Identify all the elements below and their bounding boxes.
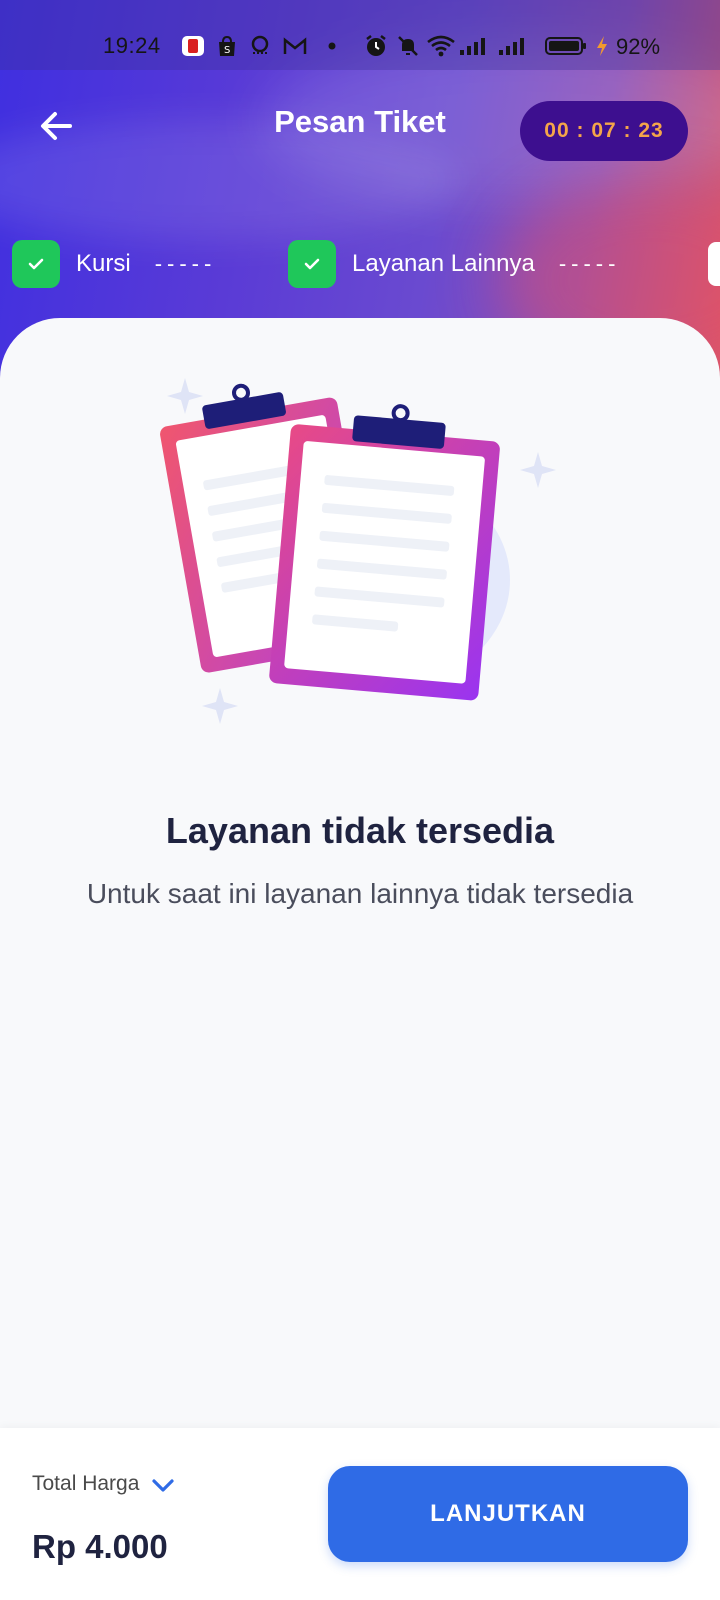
- step-kursi: Kursi -----: [12, 240, 216, 288]
- empty-state-description: Untuk saat ini layanan lainnya tidak ter…: [86, 878, 634, 909]
- notification-app-icon: [181, 36, 205, 56]
- step-layanan-lainnya: Layanan Lainnya -----: [288, 240, 620, 288]
- svg-text:S: S: [224, 45, 230, 56]
- dot-icon: [327, 36, 337, 56]
- total-price-value: Rp 4.000: [32, 1528, 168, 1565]
- chevron-down-icon[interactable]: [151, 1476, 175, 1492]
- alarm-icon: [364, 35, 388, 56]
- battery-icon: [545, 36, 587, 56]
- shopping-bag-icon: S: [216, 35, 238, 56]
- wifi-icon: [426, 35, 456, 57]
- step-label: Kursi: [76, 250, 131, 277]
- status-bar: 19:24 S 92%: [0, 0, 720, 70]
- next-step-indicator: [708, 242, 720, 286]
- step-label: Layanan Lainnya: [352, 250, 535, 277]
- step-divider: -----: [558, 251, 621, 276]
- gmail-icon: [283, 36, 307, 56]
- status-time: 19:24: [103, 33, 161, 58]
- check-icon: [12, 240, 60, 288]
- signal-icon: [497, 36, 527, 56]
- charging-icon: [595, 36, 609, 56]
- step-divider: -----: [154, 251, 217, 276]
- battery-percent: 92%: [616, 34, 661, 59]
- total-price-toggle[interactable]: Total Harga: [32, 1472, 175, 1496]
- empty-state-title: Layanan tidak tersedia: [165, 810, 555, 851]
- total-price-label: Total Harga: [32, 1472, 140, 1495]
- check-icon: [288, 240, 336, 288]
- mute-icon: [396, 36, 420, 56]
- signal-icon: [458, 36, 488, 56]
- countdown-timer: 00 : 07 : 23: [520, 101, 688, 161]
- search-app-icon: [248, 35, 272, 56]
- continue-button[interactable]: LANJUTKAN: [328, 1466, 688, 1562]
- clipboard-illustration: [160, 370, 560, 750]
